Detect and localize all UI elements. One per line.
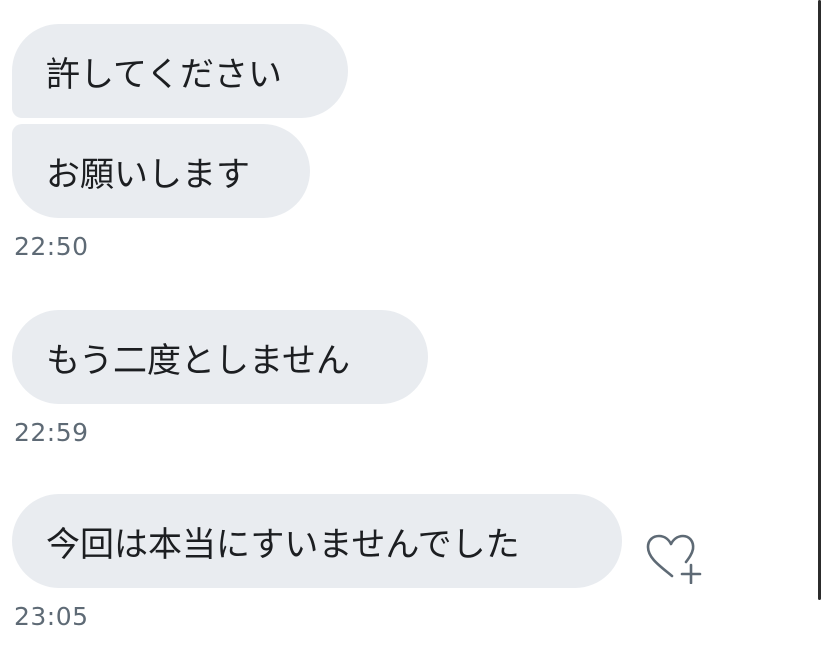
timestamp: 22:59 bbox=[14, 418, 89, 447]
message-bubble[interactable]: もう二度としません bbox=[12, 310, 428, 404]
message-bubble[interactable]: 許してください bbox=[12, 24, 348, 118]
message-text: 今回は本当にすいませんでした bbox=[46, 524, 520, 565]
message-text: お願いします bbox=[46, 154, 250, 195]
timestamp: 22:50 bbox=[14, 232, 89, 261]
scrollbar[interactable] bbox=[818, 0, 821, 600]
message-bubble[interactable]: お願いします bbox=[12, 124, 310, 218]
message-text: もう二度としません bbox=[46, 340, 350, 381]
timestamp: 23:05 bbox=[14, 602, 89, 631]
message-bubble[interactable]: 今回は本当にすいませんでした bbox=[12, 494, 622, 588]
message-text: 許してください bbox=[46, 54, 282, 95]
heart-plus-icon[interactable] bbox=[642, 532, 704, 585]
